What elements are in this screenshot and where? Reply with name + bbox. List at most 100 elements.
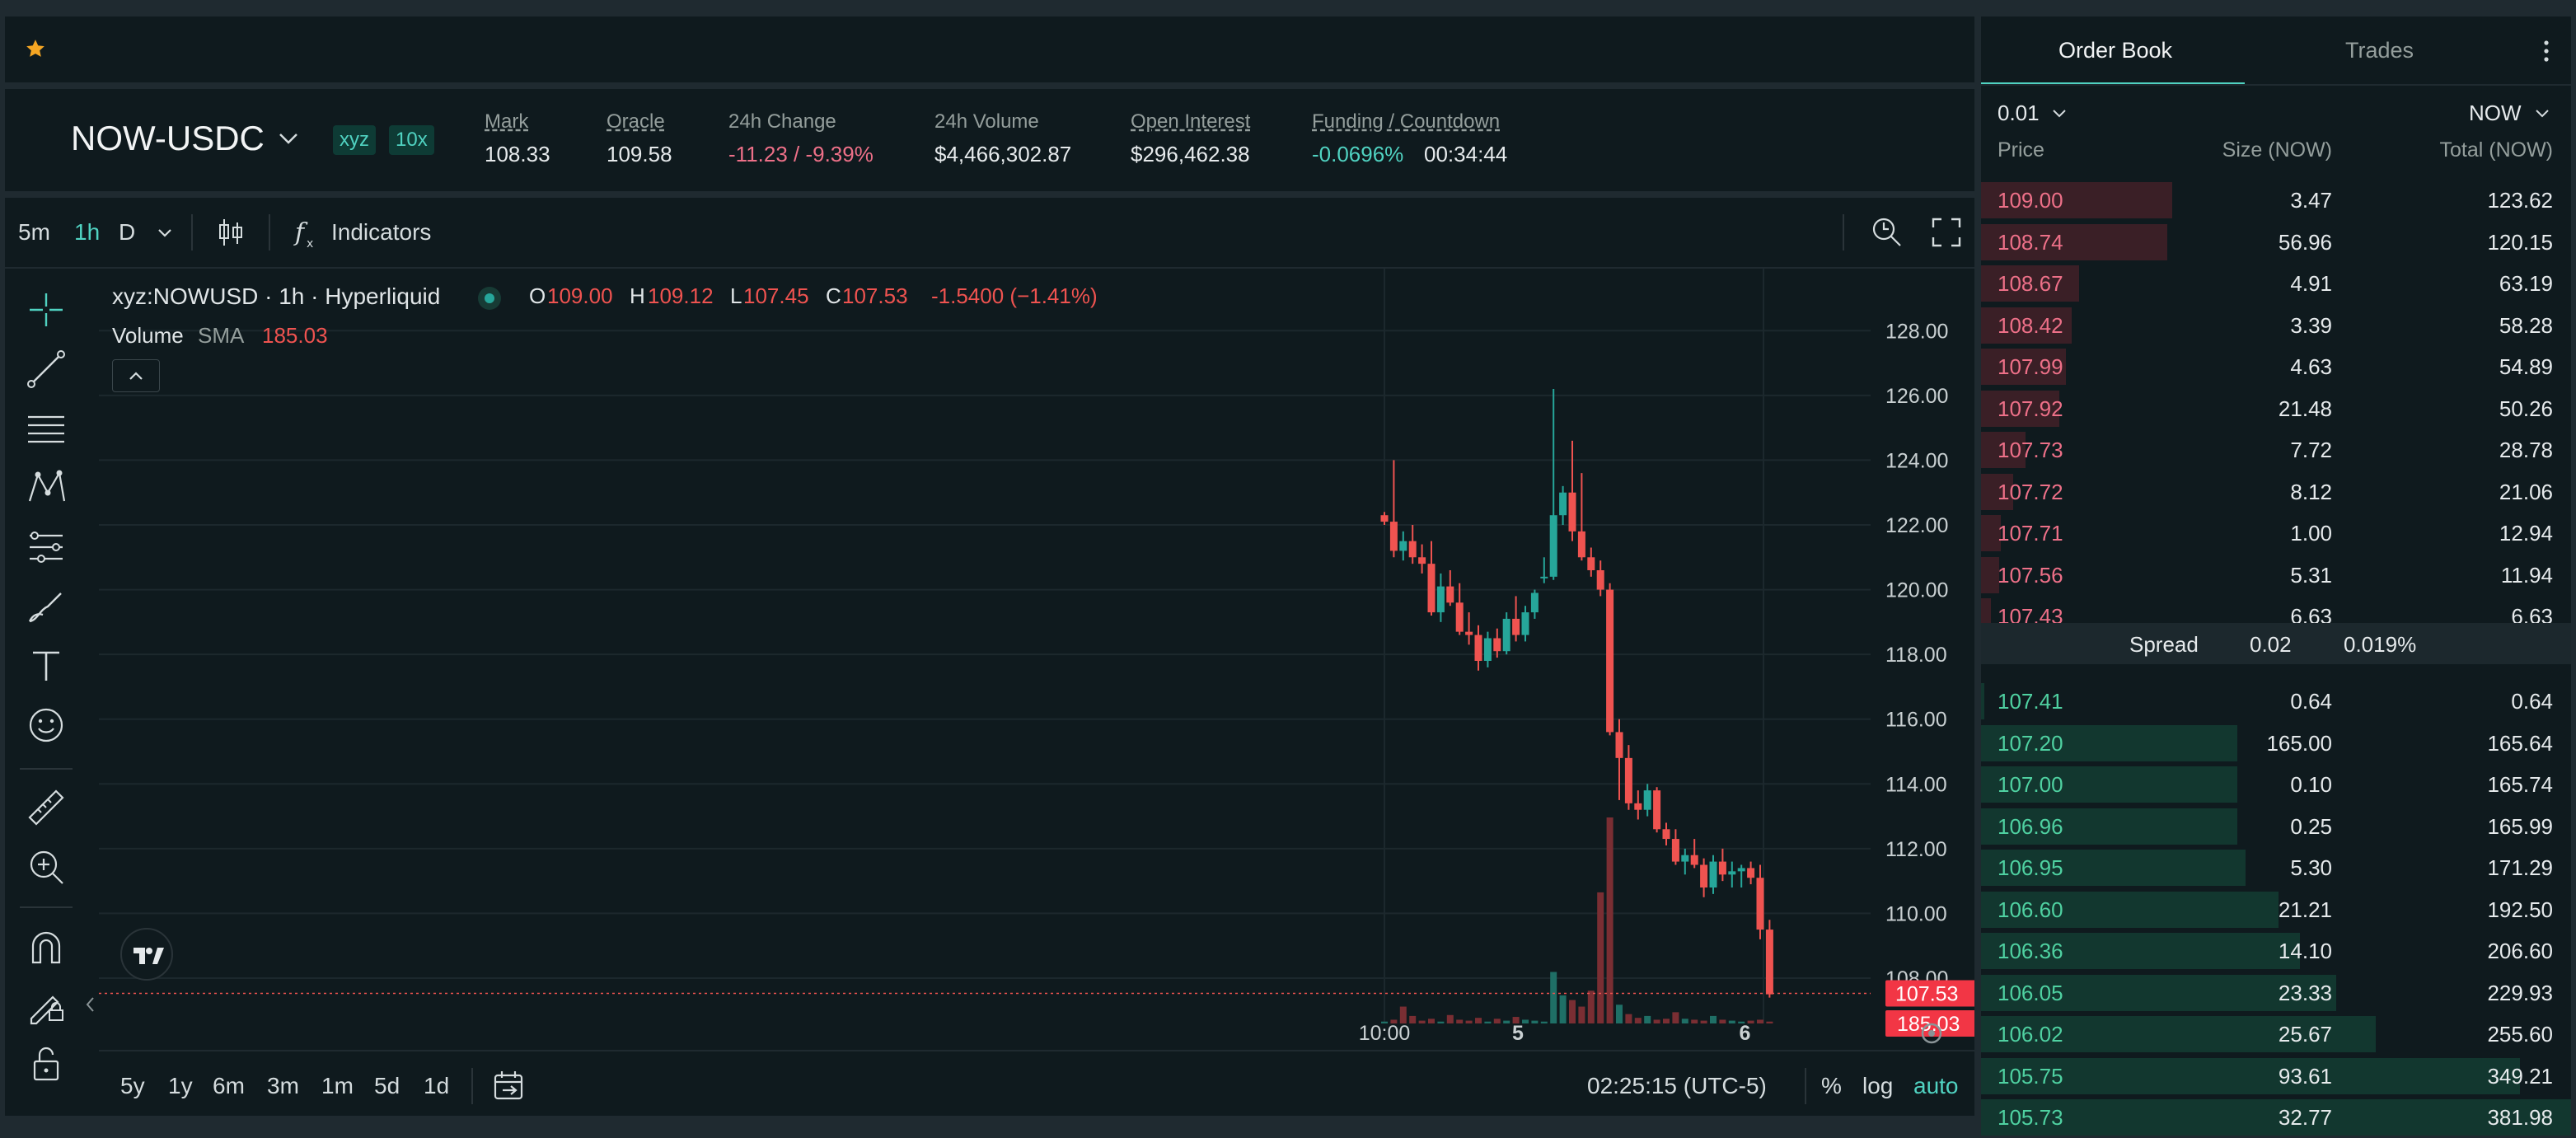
brush-icon[interactable] [23,583,69,630]
log-scale-toggle[interactable]: log [1862,1073,1893,1099]
ask-row[interactable]: 107.71 1.00 12.94 [1981,513,2571,554]
tradingview-logo[interactable] [120,928,173,981]
total-header: Total (NOW) [2439,138,2554,162]
candle-body [1549,515,1557,577]
chevron-down-icon[interactable] [157,227,173,239]
collapse-legend-button[interactable] [112,359,160,392]
candlestick-type-icon[interactable] [216,216,246,249]
function-icon[interactable]: fx [293,214,321,251]
ask-price: 107.72 [1998,479,2063,504]
range-5y[interactable]: 5y [120,1073,145,1099]
lock-drawing-icon[interactable] [23,982,69,1028]
bid-row[interactable]: 106.02 25.67 255.60 [1981,1014,2571,1055]
volume-bar [1493,1019,1501,1023]
bid-row[interactable]: 107.00 0.10 165.74 [1981,764,2571,805]
ask-row[interactable]: 107.92 21.48 50.26 [1981,388,2571,429]
volume-bar [1418,1020,1426,1023]
star-icon[interactable] [25,38,46,59]
legend-h-label: H [630,283,645,308]
range-1d[interactable]: 1d [424,1073,449,1099]
interval-d[interactable]: D [119,219,135,246]
bid-row[interactable]: 106.05 23.33 229.93 [1981,972,2571,1014]
ask-row[interactable]: 109.00 3.47 123.62 [1981,180,2571,221]
chevron-down-icon[interactable] [277,130,300,147]
interval-1h[interactable]: 1h [74,219,100,246]
tab-trades[interactable]: Trades [2345,38,2414,63]
volume-sma-label: SMA [198,323,245,348]
quick-search-icon[interactable] [1869,214,1905,251]
candle-body [1427,564,1436,613]
bid-price: 105.73 [1998,1105,2063,1130]
bid-row[interactable]: 105.73 32.77 381.98 [1981,1097,2571,1138]
ask-row[interactable]: 107.56 5.31 11.94 [1981,555,2571,596]
bid-row[interactable]: 106.96 0.25 165.99 [1981,806,2571,847]
change-value: -11.23 / -9.39% [728,142,873,166]
ask-row[interactable]: 108.42 3.39 58.28 [1981,305,2571,346]
funding-rate: -0.0696% [1312,142,1404,166]
bid-price: 106.95 [1998,855,2063,880]
magnet-icon[interactable] [23,925,69,971]
y-tick-label: 124.00 [1885,449,1948,472]
bid-total: 0.64 [2511,689,2553,714]
candle-body [1465,631,1473,635]
pattern-icon[interactable] [23,465,69,511]
text-tool-icon[interactable] [23,643,69,689]
auto-scale-toggle[interactable]: auto [1913,1073,1959,1099]
ask-size: 21.48 [2278,396,2332,421]
interval-5m[interactable]: 5m [18,219,50,246]
more-options-icon[interactable] [2538,36,2555,66]
range-1y[interactable]: 1y [168,1073,193,1099]
pair-title[interactable]: NOW-USDC [71,119,265,158]
tab-order-book[interactable]: Order Book [2058,38,2172,63]
bid-row[interactable]: 107.41 0.64 0.64 [1981,681,2571,722]
fullscreen-icon[interactable] [1930,216,1963,249]
crosshair-icon[interactable] [23,287,69,333]
bid-price: 106.96 [1998,813,2063,839]
trend-line-icon[interactable] [23,346,69,392]
zoom-in-icon[interactable] [23,844,69,890]
bid-size: 0.25 [2290,813,2332,839]
range-3m[interactable]: 3m [267,1073,299,1099]
calendar-goto-icon[interactable] [491,1068,527,1104]
volume-bar [1653,1019,1660,1023]
candle-body [1671,839,1679,862]
bid-price: 106.60 [1998,897,2063,922]
bid-row[interactable]: 106.95 5.30 171.29 [1981,847,2571,888]
tick-size-select[interactable]: 0.01 [1998,101,2040,126]
range-5d[interactable]: 5d [374,1073,400,1099]
range-1m[interactable]: 1m [321,1073,354,1099]
bid-row[interactable]: 107.20 165.00 165.64 [1981,723,2571,764]
chevron-down-icon[interactable] [2533,107,2551,120]
bid-row[interactable]: 105.75 93.61 349.21 [1981,1056,2571,1097]
chevron-down-icon[interactable] [2050,107,2068,120]
bid-row[interactable]: 106.36 14.10 206.60 [1981,930,2571,972]
volume-bar [1644,1015,1651,1023]
unlock-icon[interactable] [23,1040,69,1086]
volume-bar [1700,1020,1707,1023]
chart-clock[interactable]: 02:25:15 (UTC-5) [1587,1073,1767,1099]
price-chart[interactable]: 128.00 126.00 124.00 122.00 120.00 118.00 116.… [99,269,1974,1050]
range-6m[interactable]: 6m [213,1073,245,1099]
forecast-icon[interactable] [23,524,69,570]
legend-o: 109.00 [547,283,613,308]
ruler-icon[interactable] [23,784,69,831]
ask-row[interactable]: 108.74 56.96 120.15 [1981,222,2571,263]
emoji-icon[interactable] [23,702,69,748]
fib-retracement-icon[interactable] [23,405,69,452]
market-header: NOW-USDC xyz 10x Mark 108.33 Oracle 109.… [5,89,1974,191]
ask-row[interactable]: 107.73 7.72 28.78 [1981,429,2571,471]
ask-total: 28.78 [2499,438,2553,462]
bid-row[interactable]: 106.60 21.21 192.50 [1981,889,2571,930]
ask-row[interactable]: 108.67 4.91 63.19 [1981,263,2571,304]
unit-select[interactable]: NOW [2469,101,2522,126]
badge-leverage[interactable]: 10x [389,125,434,155]
indicators-button[interactable]: Indicators [331,219,431,246]
ask-row[interactable]: 107.99 4.63 54.89 [1981,346,2571,387]
bid-size: 14.10 [2278,939,2332,963]
ask-row[interactable]: 107.72 8.12 21.06 [1981,471,2571,513]
percent-scale-toggle[interactable]: % [1821,1073,1842,1099]
collapse-toolbar-icon[interactable] [84,995,96,1014]
candle-body [1512,618,1520,635]
bid-price: 106.05 [1998,980,2063,1005]
range-bar-separator [99,1050,1974,1051]
